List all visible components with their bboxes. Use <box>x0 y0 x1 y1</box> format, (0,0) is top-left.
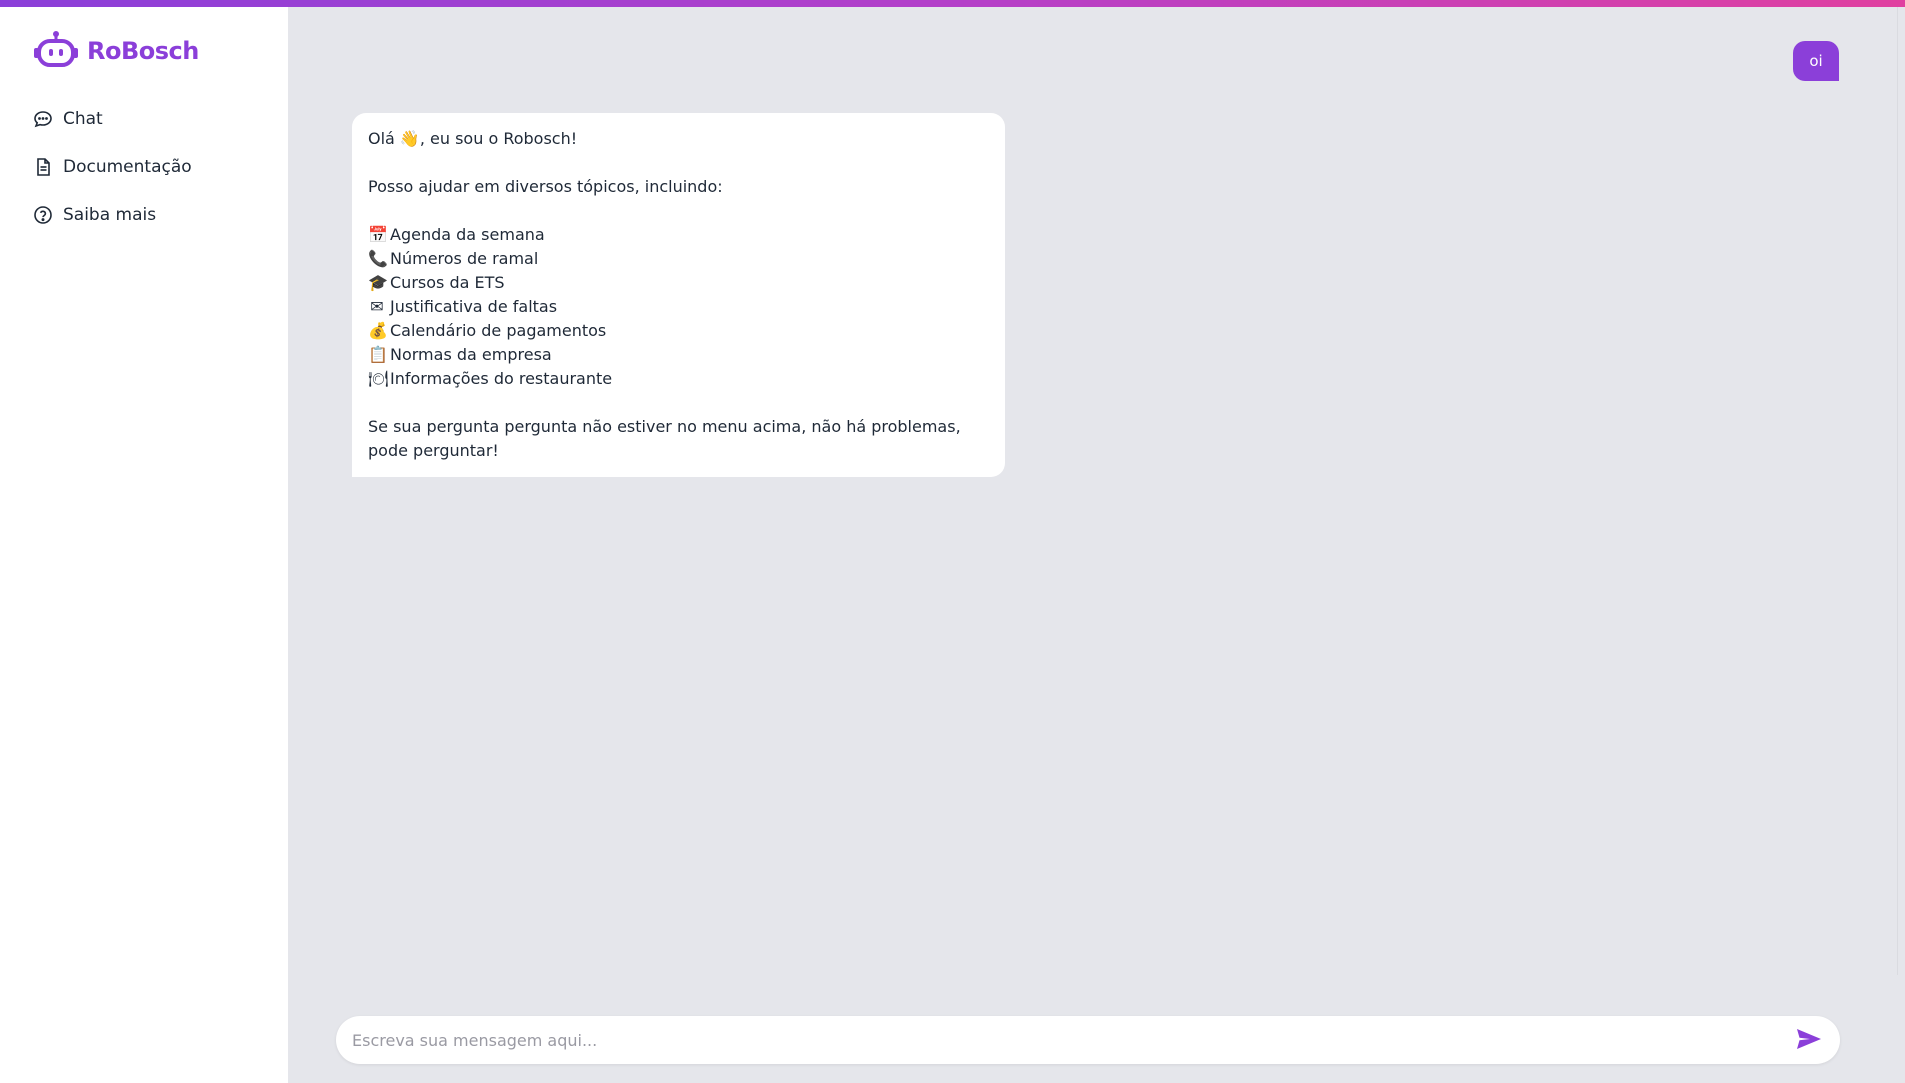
sidebar: RoBosch Chat Documentação Saiba mais <box>0 7 288 1083</box>
bot-greeting: Olá 👋, eu sou o Robosch! <box>368 129 578 148</box>
bot-closing: Se sua pergunta pergunta não estiver no … <box>368 417 961 436</box>
sidebar-nav: Chat Documentação Saiba mais <box>33 107 192 251</box>
send-icon <box>1796 1028 1822 1053</box>
message-composer <box>336 1016 1840 1064</box>
topic-label: Cursos da ETS <box>390 273 505 292</box>
plate-icon: 🍽 <box>368 369 389 388</box>
list-item: 🎓 Cursos da ETS <box>368 271 989 295</box>
bot-message-bubble: Olá 👋, eu sou o Robosch! Posso ajudar em… <box>352 113 1005 477</box>
chat-bubble-icon <box>33 109 53 129</box>
topic-label: Agenda da semana <box>390 225 545 244</box>
topic-label: Justificativa de faltas <box>390 297 558 316</box>
list-item: 📋 Normas da empresa <box>368 343 989 367</box>
app-logo[interactable]: RoBosch <box>33 29 199 73</box>
list-item: ✉ Justificativa de faltas <box>368 295 989 319</box>
sidebar-item-saiba-mais[interactable]: Saiba mais <box>33 203 192 227</box>
scrollbar[interactable] <box>1897 7 1905 975</box>
clipboard-icon: 📋 <box>368 345 388 364</box>
sidebar-item-label: Saiba mais <box>63 205 157 225</box>
user-message-bubble: oi <box>1793 41 1839 81</box>
robot-icon <box>33 30 79 72</box>
message-input[interactable] <box>352 1030 1794 1050</box>
sidebar-item-chat[interactable]: Chat <box>33 107 192 131</box>
user-message-text: oi <box>1809 52 1823 70</box>
sidebar-item-documentacao[interactable]: Documentação <box>33 155 192 179</box>
sidebar-item-label: Chat <box>63 109 103 129</box>
list-item: 📞 Números de ramal <box>368 247 989 271</box>
phone-icon: 📞 <box>368 249 388 268</box>
bot-closing-2: pode perguntar! <box>368 441 499 460</box>
graduation-cap-icon: 🎓 <box>368 273 388 292</box>
help-circle-icon <box>33 205 53 225</box>
app-name: RoBosch <box>87 37 199 65</box>
top-accent-bar <box>0 0 1905 7</box>
topic-label: Números de ramal <box>390 249 539 268</box>
chat-area: oi Olá 👋, eu sou o Robosch! Posso ajudar… <box>288 7 1905 1083</box>
topic-label: Normas da empresa <box>390 345 552 364</box>
list-item: 💰 Calendário de pagamentos <box>368 319 989 343</box>
calendar-icon: 📅 <box>368 225 388 244</box>
topic-label: Calendário de pagamentos <box>390 321 607 340</box>
sidebar-item-label: Documentação <box>63 157 192 177</box>
bot-intro: Posso ajudar em diversos tópicos, inclui… <box>368 177 723 196</box>
envelope-icon: ✉ <box>370 297 384 316</box>
document-icon <box>33 157 53 177</box>
list-item: 📅 Agenda da semana <box>368 223 989 247</box>
topic-label: Informações do restaurante <box>390 369 613 388</box>
money-bag-icon: 💰 <box>368 321 388 340</box>
list-item: 🍽 Informações do restaurante <box>368 367 989 391</box>
send-button[interactable] <box>1794 1025 1824 1055</box>
